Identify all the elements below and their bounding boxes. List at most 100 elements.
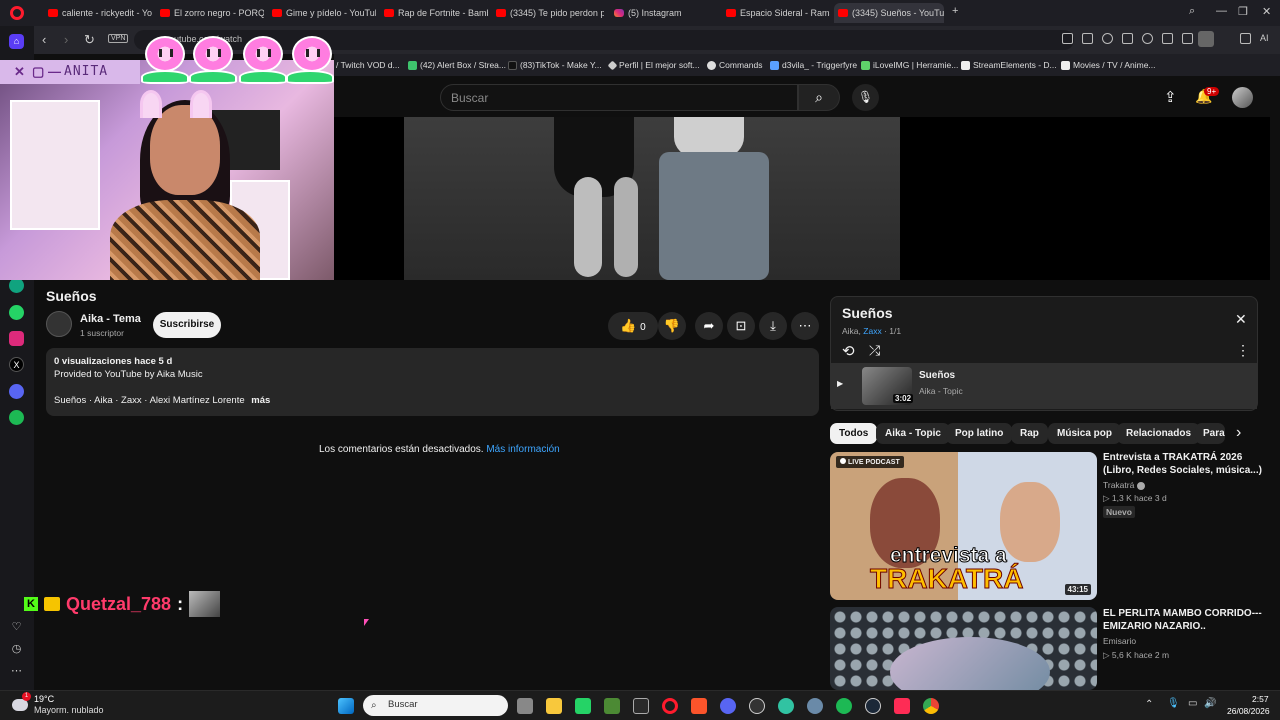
epic-games-icon[interactable] <box>633 698 649 714</box>
save-button[interactable]: ⊡ <box>727 312 755 340</box>
tab-4[interactable]: Rap de Fortnite - Bambiel <box>380 3 488 23</box>
recommendation-channel[interactable]: Trakatrá <box>1103 480 1145 490</box>
instagram-icon[interactable] <box>9 331 24 346</box>
share-button[interactable]: ➦ <box>695 312 723 340</box>
clock-date[interactable]: 26/08/2026 <box>1227 706 1270 716</box>
steam-icon[interactable] <box>865 698 881 714</box>
windows-start-icon[interactable] <box>338 698 354 714</box>
settings-icon[interactable] <box>807 698 823 714</box>
recommendation-thumbnail[interactable] <box>830 607 1097 690</box>
chip-todos[interactable]: Todos <box>830 423 878 444</box>
chip-para[interactable]: Para <box>1195 423 1225 444</box>
more-icon[interactable]: ⋯ <box>9 664 24 679</box>
chip-pop-latino[interactable]: Pop latino <box>946 423 1013 444</box>
bookmark-twitch-vod[interactable]: / Twitch VOD d... <box>336 60 400 70</box>
chip-rap[interactable]: Rap <box>1011 423 1048 444</box>
discord-icon[interactable] <box>720 698 736 714</box>
video-player[interactable] <box>334 117 1270 280</box>
more-actions-button[interactable]: ⋯ <box>791 312 819 340</box>
tab-5[interactable]: (3345) Te pido perdon pa <box>492 3 604 23</box>
file-explorer-icon[interactable] <box>546 698 562 714</box>
chip-musica-pop[interactable]: Música pop <box>1048 423 1122 444</box>
close-icon[interactable]: ✕ <box>1235 311 1247 328</box>
search-input[interactable]: Buscar <box>440 84 798 111</box>
artist-link[interactable]: Zaxx <box>863 326 881 336</box>
recommendation-channel[interactable]: Emisario <box>1103 636 1136 646</box>
description-box[interactable]: 0 visualizaciones hace 5 d Provided to Y… <box>46 348 819 416</box>
spotify-icon[interactable] <box>836 698 852 714</box>
upload-icon[interactable]: ⇪ <box>1164 88 1177 106</box>
task-view-icon[interactable] <box>517 698 533 714</box>
whatsapp-icon[interactable] <box>575 698 591 714</box>
edit-icon[interactable] <box>1062 33 1073 44</box>
more-vert-icon[interactable]: ⋮ <box>1236 342 1250 359</box>
minimize-icon[interactable]: — <box>1216 5 1227 17</box>
streamlabs-icon[interactable] <box>778 698 794 714</box>
opera-icon[interactable] <box>662 698 678 714</box>
chip-relacionados[interactable]: Relacionados <box>1117 423 1201 444</box>
spotify-icon[interactable] <box>9 410 24 425</box>
bookmark-commands[interactable]: Commands <box>707 60 762 70</box>
recommendation-thumbnail[interactable]: LIVE PODCAST entrevista a TRAKATRÁ 43:15 <box>830 452 1097 600</box>
more-info-link[interactable]: Más información <box>486 444 559 455</box>
discord-icon[interactable] <box>9 384 24 399</box>
chevron-up-icon[interactable]: ⌃ <box>1145 699 1153 710</box>
camera-icon[interactable] <box>1082 33 1093 44</box>
heart-icon[interactable]: ♡ <box>9 620 24 635</box>
minecraft-icon[interactable] <box>604 698 620 714</box>
download-icon[interactable] <box>1162 33 1173 44</box>
brave-icon[interactable] <box>691 698 707 714</box>
chevron-right-icon[interactable]: › <box>1236 424 1241 442</box>
weather-temperature[interactable]: 19°C <box>34 694 54 704</box>
profile-avatar[interactable] <box>1198 31 1214 47</box>
x-twitter-icon[interactable]: X <box>9 357 24 372</box>
mic-icon[interactable]: 🎙 <box>852 84 879 111</box>
menu-icon[interactable] <box>1182 33 1193 44</box>
new-tab-icon[interactable]: + <box>952 5 958 17</box>
channel-name[interactable]: Aika - Tema <box>80 313 141 325</box>
bookmark-perfil[interactable]: Perfil | El mejor soft... <box>607 60 700 70</box>
loop-icon[interactable]: ⟲ <box>842 342 855 360</box>
subscribe-button[interactable]: Suscribirse <box>153 312 221 338</box>
bookmark-streamelements[interactable]: StreamElements - D... <box>961 60 1057 70</box>
volume-icon[interactable]: 🔊 <box>1204 698 1216 709</box>
account-avatar[interactable] <box>1232 87 1253 108</box>
recommendation-title[interactable]: EL PERLITA MAMBO CORRIDO---EMIZARIO NAZA… <box>1103 607 1263 633</box>
obs-icon[interactable] <box>749 698 765 714</box>
taskbar-search[interactable]: Buscar <box>363 695 508 716</box>
recommendation-title[interactable]: Entrevista a TRAKATRÁ 2026 (Libro, Redes… <box>1103 451 1263 477</box>
like-button[interactable]: 👍 0 <box>608 312 658 340</box>
play-icon[interactable] <box>1122 33 1133 44</box>
download-button[interactable]: ⤓ <box>759 312 787 340</box>
bookmark-alert-box[interactable]: (42) Alert Box / Strea... <box>408 60 506 70</box>
dislike-button[interactable]: 👎 <box>658 312 686 340</box>
bookmark-tiktok[interactable]: (83)TikTok - Make Y... <box>508 60 602 70</box>
chrome-icon[interactable] <box>923 698 939 714</box>
chip-aika-topic[interactable]: Aika - Topic <box>876 423 950 444</box>
mic-icon[interactable]: 🎙 <box>1167 698 1180 709</box>
more-link[interactable]: más <box>251 395 270 406</box>
weather-description[interactable]: Mayorm. nublado <box>34 705 104 715</box>
whatsapp-icon[interactable] <box>9 305 24 320</box>
tab-7[interactable]: Espacio Sideral - Ramses I <box>722 3 830 23</box>
history-icon[interactable]: ◷ <box>9 642 24 657</box>
shield-icon[interactable] <box>1102 33 1113 44</box>
playlist-item[interactable]: ▶ 3:02 Sueños Aika - Topic <box>831 363 1257 409</box>
extensions-icon[interactable] <box>1240 33 1251 44</box>
close-window-icon[interactable]: ✕ <box>1262 5 1271 18</box>
tiktok-icon[interactable] <box>894 698 910 714</box>
maximize-icon[interactable]: ❐ <box>1238 5 1248 18</box>
heart-icon[interactable] <box>1142 33 1153 44</box>
tab-8-active[interactable]: (3345) Sueños - YouTu <box>834 3 944 23</box>
chatgpt-icon[interactable] <box>9 278 24 293</box>
search-tabs-icon[interactable]: ⌕ <box>1189 5 1195 18</box>
ai-icon[interactable]: AI <box>1260 33 1269 43</box>
bookmark-iloveimg[interactable]: iLoveIMG | Herramie... <box>861 60 958 70</box>
channel-avatar[interactable] <box>46 311 72 337</box>
search-icon[interactable]: ⌕ <box>798 84 840 111</box>
shuffle-icon[interactable]: ⤮ <box>869 342 880 359</box>
bookmark-movies[interactable]: Movies / TV / Anime... <box>1061 60 1156 70</box>
bookmark-triggerfyre[interactable]: d3vila_ - Triggerfyre <box>770 60 857 70</box>
clock-time[interactable]: 2:57 <box>1252 694 1269 704</box>
display-icon[interactable]: ▭ <box>1188 698 1197 709</box>
